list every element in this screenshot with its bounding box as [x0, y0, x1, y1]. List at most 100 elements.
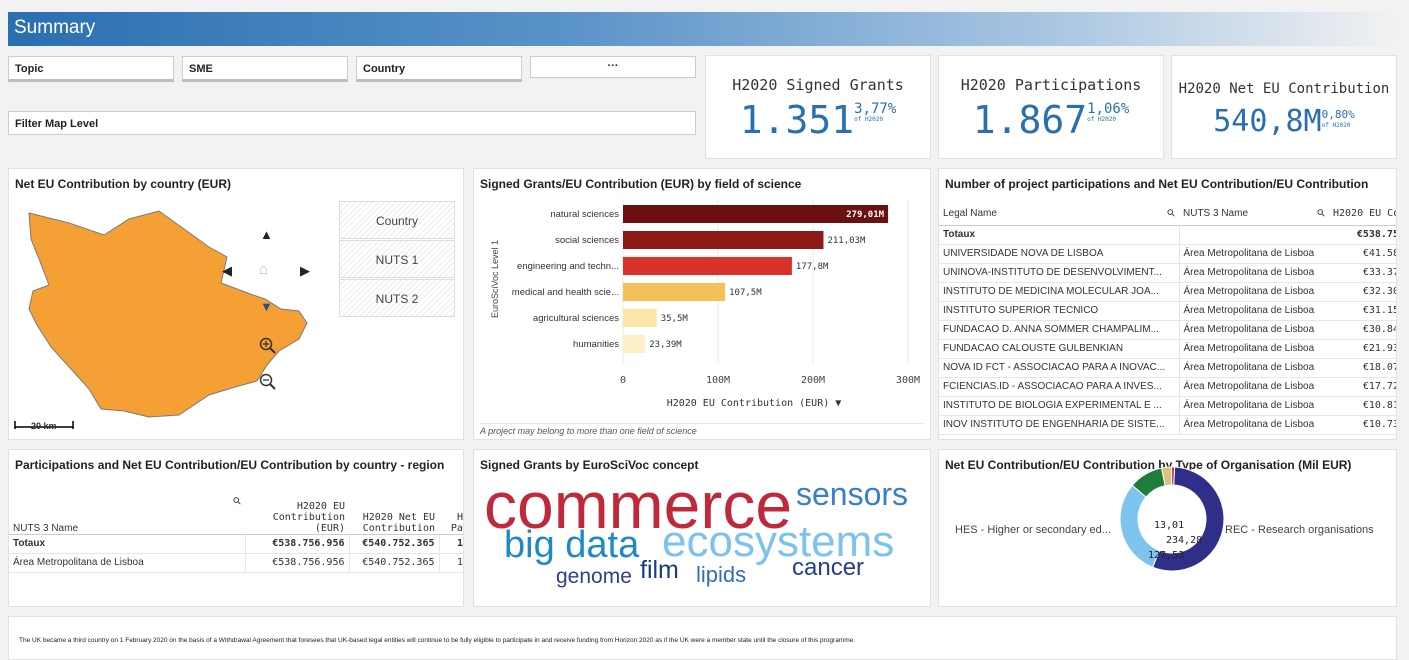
arrow-left-icon[interactable]: ◀: [222, 263, 232, 279]
cloud-word[interactable]: film: [640, 558, 679, 583]
bar: [623, 335, 646, 353]
value-label: 23,39M: [649, 340, 682, 350]
table-row[interactable]: UNIVERSIDADE NOVA DE LISBOA Área Metropol…: [939, 244, 1396, 264]
kpi-sub: of H2020: [1087, 116, 1117, 123]
kpi-value: 1.8671,06% of H2020: [939, 98, 1163, 142]
table-cell: Área Metropolitana de Lisboa: [1178, 320, 1329, 340]
arrow-right-icon[interactable]: ▶: [300, 263, 310, 279]
value-label: 279,01M: [846, 210, 885, 220]
scale-label: 20 km: [31, 421, 57, 431]
table-cell: €31.159: [1329, 301, 1396, 321]
donut-right-label: REC - Research organisations: [1225, 524, 1374, 536]
totals-row[interactable]: Totaux€538.756.956€540.752.3651.8: [9, 534, 463, 554]
table-row[interactable]: UNINOVA-INSTITUTO DE DESENVOLVIMENT... Ár…: [939, 263, 1396, 283]
science-bar-chart: 0 100M 200M 300M natural sciences 279,01M soci…: [490, 199, 920, 409]
table-row[interactable]: NOVA ID FCT - ASSOCIACAO PARA A INOVAC..…: [939, 358, 1396, 378]
column-header[interactable]: H2( Part: [439, 486, 463, 535]
x-axis-title: H2020 EU Contribution (EUR) ▼: [667, 398, 842, 409]
level-button-nuts2[interactable]: NUTS 2: [339, 279, 455, 317]
cloud-word[interactable]: cancer: [792, 556, 864, 580]
table-cell: €10.735: [1329, 415, 1396, 435]
home-icon[interactable]: ⌂: [259, 261, 268, 278]
table-cell: FCIENCIAS.ID - ASSOCIACAO PARA A INVES..…: [939, 377, 1179, 397]
table-cell: €32.302: [1329, 282, 1396, 302]
table-cell: UNIVERSIDADE NOVA DE LISBOA: [939, 244, 1179, 264]
footer-note: The UK became a third country on 1 Febru…: [19, 637, 856, 644]
kpi-number: 540,8M: [1213, 104, 1322, 139]
region-table-panel: Participations and Net EU Contribution/E…: [8, 449, 464, 607]
x-tick-label: 200M: [801, 375, 825, 386]
column-header[interactable]: H2020 EU Contribution (EUR): [245, 486, 349, 535]
x-tick-label: 0: [620, 375, 626, 386]
level-button-country[interactable]: Country: [339, 201, 455, 239]
arrow-up-icon[interactable]: ▲: [260, 227, 273, 242]
search-icon[interactable]: ⚲: [1165, 207, 1178, 220]
table-cell: €30.844: [1329, 320, 1396, 340]
column-header[interactable]: Legal Name ⚲: [939, 203, 1179, 226]
country-filter[interactable]: Country: [356, 56, 522, 82]
kpi-participations: H2020 Participations 1.8671,06% of H2020: [938, 55, 1164, 159]
zoom-out-icon[interactable]: [259, 373, 277, 391]
column-header[interactable]: H2020 Net EU Contribution: [349, 486, 439, 535]
donut-label-hes-small: 13,01: [1154, 520, 1185, 531]
kpi-percent: 3,77%: [854, 101, 897, 117]
country-filter-label: Country: [363, 63, 406, 75]
table-row[interactable]: INSTITUTO DE BIOLOGIA EXPERIMENTAL E ...…: [939, 396, 1396, 416]
cloud-word[interactable]: genome: [556, 566, 632, 587]
participation-table-title: Number of project participations and Net…: [945, 177, 1369, 191]
more-filters-button[interactable]: ···: [530, 56, 696, 78]
value-label: 177,8M: [796, 262, 829, 272]
table-cell: Área Metropolitana de Lisboa: [1178, 415, 1329, 435]
column-header[interactable]: H2020 EU Co: [1329, 203, 1396, 226]
table-cell: 1.8: [438, 534, 463, 554]
column-header[interactable]: ⚲ NUTS 3 Name: [9, 486, 245, 535]
table-cell: FUNDACAO D. ANNA SOMMER CHAMPALIM...: [939, 320, 1179, 340]
bar: [623, 309, 657, 327]
table-row[interactable]: FCIENCIAS.ID - ASSOCIACAO PARA A INVES..…: [939, 377, 1396, 397]
cloud-word[interactable]: lipids: [696, 564, 746, 586]
bar: [623, 283, 726, 301]
cloud-word[interactable]: big data: [504, 526, 639, 564]
arrow-down-icon[interactable]: ▼: [260, 299, 273, 314]
region-table: ⚲ NUTS 3 Name H2020 EU Contribution (EUR) H…: [9, 486, 463, 573]
donut-label-hes: 127,53: [1148, 550, 1185, 561]
table-row[interactable]: INSTITUTO DE MEDICINA MOLECULAR JOA... Ár…: [939, 282, 1396, 302]
column-header[interactable]: NUTS 3 Name ⚲: [1179, 203, 1329, 226]
table-row[interactable]: FUNDACAO CALOUSTE GULBENKIAN Área Metropo…: [939, 339, 1396, 359]
table-header-row: ⚲ NUTS 3 Name H2020 EU Contribution (EUR) H…: [9, 486, 463, 535]
sme-filter[interactable]: SME: [182, 56, 348, 82]
table-cell: €18.073: [1329, 358, 1396, 378]
table-row[interactable]: INSTITUTO SUPERIOR TECNICO Área Metropoli…: [939, 301, 1396, 321]
totals-row[interactable]: Totaux €538.756: [939, 225, 1396, 245]
cloud-word[interactable]: sensors: [796, 478, 908, 510]
category-label: humanities: [573, 339, 619, 350]
table-row[interactable]: Área Metropolitana de Lisboa €538.756.956…: [9, 553, 463, 573]
search-icon[interactable]: ⚲: [1315, 207, 1328, 220]
search-icon[interactable]: ⚲: [231, 495, 244, 508]
table-cell: €21.937: [1329, 339, 1396, 359]
table-cell: NOVA ID FCT - ASSOCIACAO PARA A INOVAC..…: [939, 358, 1179, 378]
table-cell: INOV INSTITUTO DE ENGENHARIA DE SISTE...: [939, 415, 1179, 435]
table-row[interactable]: INOV INSTITUTO DE ENGENHARIA DE SISTE...…: [939, 415, 1396, 435]
table-row[interactable]: FUNDACAO D. ANNA SOMMER CHAMPALIM... Área…: [939, 320, 1396, 340]
zoom-in-icon[interactable]: [259, 337, 277, 355]
donut-left-label: HES - Higher or secondary ed...: [955, 524, 1111, 536]
kpi-title: H2020 Signed Grants: [732, 76, 904, 94]
more-filters-label: ···: [607, 60, 619, 72]
kpi-sub: of H2020: [1321, 122, 1351, 129]
topic-filter[interactable]: Topic: [8, 56, 174, 82]
map-level-filter[interactable]: Filter Map Level: [8, 111, 696, 135]
kpi-value: 1.3513,77% of H2020: [706, 98, 930, 142]
country-map[interactable]: [9, 199, 329, 435]
bar: [623, 231, 824, 249]
table-cell: €538.756: [1329, 225, 1396, 245]
kpi-title: H2020 Participations: [960, 76, 1142, 94]
table-cell: €33.377: [1329, 263, 1396, 283]
table-cell: Totaux: [9, 534, 245, 554]
x-tick-label: 300M: [896, 375, 920, 386]
table-cell: INSTITUTO SUPERIOR TECNICO: [939, 301, 1179, 321]
table-cell: INSTITUTO DE MEDICINA MOLECULAR JOA...: [939, 282, 1179, 302]
science-chart-panel: Signed Grants/EU Contribution (EUR) by f…: [473, 168, 931, 440]
organisation-donut-panel: Net EU Contribution/EU Contribution by T…: [938, 449, 1397, 607]
level-button-nuts1[interactable]: NUTS 1: [339, 240, 455, 278]
